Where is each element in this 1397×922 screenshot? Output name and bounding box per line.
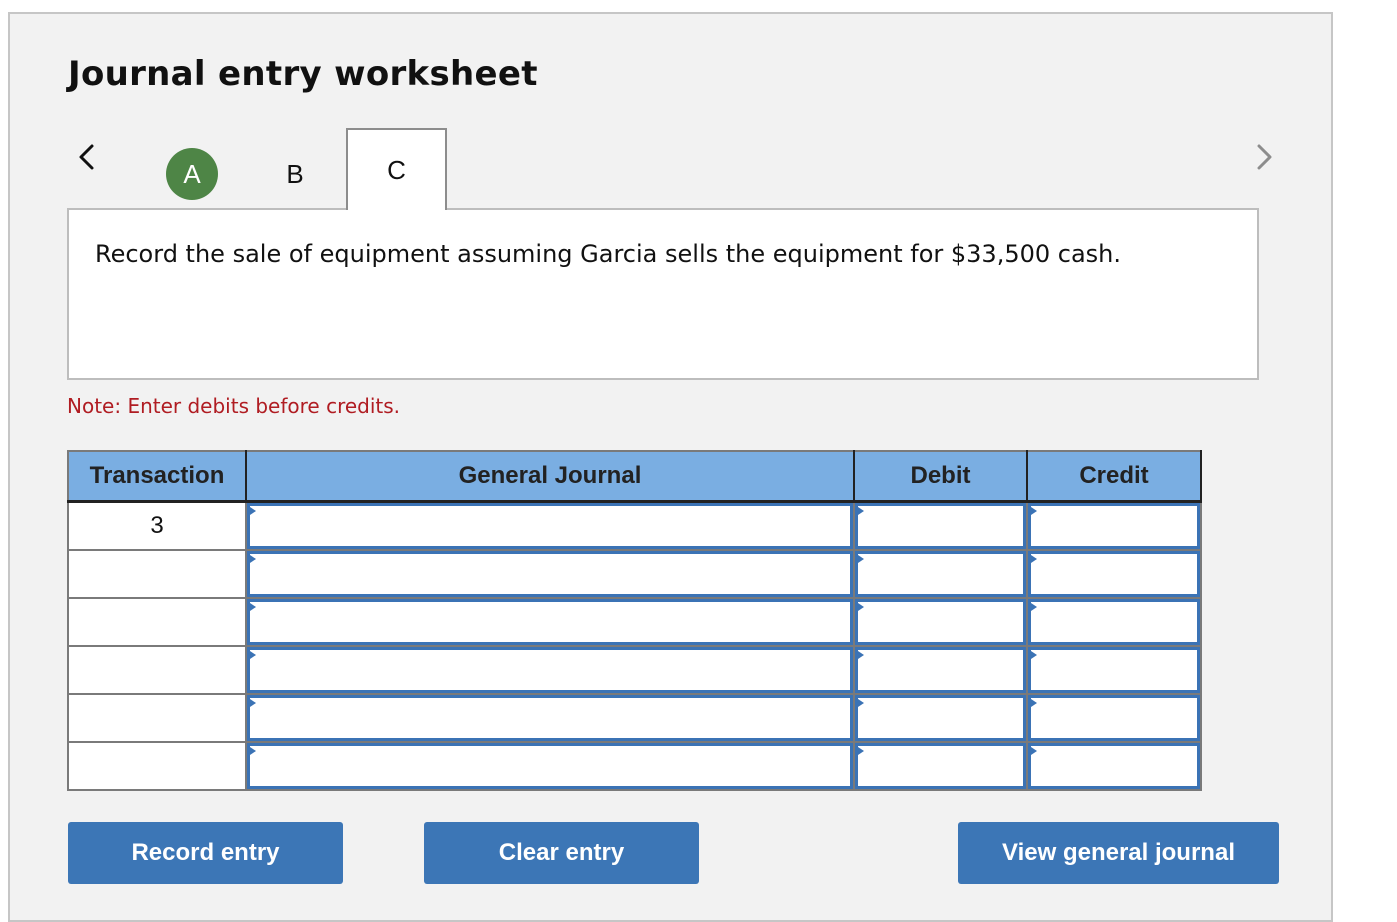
dropdown-flag-icon <box>247 649 256 661</box>
dropdown-flag-icon <box>247 553 256 565</box>
dropdown-flag-icon <box>247 697 256 709</box>
header-debit: Debit <box>853 451 1027 503</box>
dropdown-flag-icon <box>855 553 864 565</box>
account-input[interactable] <box>247 599 853 645</box>
debit-input[interactable] <box>855 503 1026 549</box>
credit-cell <box>1026 741 1202 791</box>
dropdown-flag-icon <box>855 505 864 517</box>
header-general-journal: General Journal <box>245 451 854 503</box>
account-input[interactable] <box>247 743 853 789</box>
credit-input[interactable] <box>1028 599 1200 645</box>
credit-cell <box>1026 500 1202 551</box>
credit-input[interactable] <box>1028 551 1200 597</box>
account-cell <box>245 549 855 599</box>
page-title: Journal entry worksheet <box>68 54 538 94</box>
transaction-cell <box>67 693 247 743</box>
prev-button[interactable] <box>72 142 102 172</box>
transaction-cell <box>67 549 247 599</box>
transaction-cell <box>67 645 247 695</box>
note-text: Note: Enter debits before credits. <box>67 394 401 418</box>
dropdown-flag-icon <box>247 601 256 613</box>
transaction-cell <box>67 741 247 791</box>
header-credit: Credit <box>1026 451 1202 503</box>
debit-cell <box>853 597 1028 647</box>
debit-cell <box>853 549 1028 599</box>
clear-entry-button[interactable]: Clear entry <box>424 822 699 884</box>
account-cell <box>245 693 855 743</box>
dropdown-flag-icon <box>855 745 864 757</box>
credit-input[interactable] <box>1028 647 1200 693</box>
credit-input[interactable] <box>1028 743 1200 789</box>
record-entry-button[interactable]: Record entry <box>68 822 343 884</box>
dropdown-flag-icon <box>247 745 256 757</box>
dropdown-flag-icon <box>1028 745 1037 757</box>
dropdown-flag-icon <box>855 649 864 661</box>
account-cell <box>245 645 855 695</box>
account-cell <box>245 597 855 647</box>
next-button[interactable] <box>1250 142 1280 172</box>
tab-c[interactable]: C <box>346 128 447 210</box>
credit-input[interactable] <box>1028 503 1200 549</box>
debit-input[interactable] <box>855 743 1026 789</box>
dropdown-flag-icon <box>1028 649 1037 661</box>
dropdown-flag-icon <box>855 601 864 613</box>
table-row <box>67 597 1202 647</box>
account-input[interactable] <box>247 647 853 693</box>
debit-input[interactable] <box>855 599 1026 645</box>
table-row <box>67 741 1202 791</box>
tab-a[interactable]: A <box>166 148 218 200</box>
dropdown-flag-icon <box>1028 553 1037 565</box>
debit-cell <box>853 741 1028 791</box>
header-transaction: Transaction <box>68 451 246 503</box>
debit-input[interactable] <box>855 695 1026 741</box>
debit-cell <box>853 693 1028 743</box>
account-cell <box>245 500 855 551</box>
transaction-cell <box>67 597 247 647</box>
table-row: 3 <box>67 500 1202 551</box>
table-header-row: Transaction General Journal Debit Credit <box>68 451 1202 503</box>
table-row <box>67 549 1202 599</box>
debit-cell <box>853 500 1028 551</box>
credit-input[interactable] <box>1028 695 1200 741</box>
chevron-left-icon <box>79 144 94 170</box>
account-input[interactable] <box>247 695 853 741</box>
dropdown-flag-icon <box>1028 601 1037 613</box>
debit-cell <box>853 645 1028 695</box>
chevron-right-icon <box>1257 144 1272 170</box>
view-general-journal-button[interactable]: View general journal <box>958 822 1279 884</box>
journal-table: Transaction General Journal Debit Credit… <box>67 450 1202 791</box>
account-input[interactable] <box>247 503 853 549</box>
dropdown-flag-icon <box>247 505 256 517</box>
prompt-box: Record the sale of equipment assuming Ga… <box>67 208 1259 380</box>
worksheet-panel: Journal entry worksheet A B C Record the… <box>8 12 1333 922</box>
dropdown-flag-icon <box>1028 505 1037 517</box>
transaction-cell: 3 <box>67 500 247 551</box>
tab-b[interactable]: B <box>270 148 320 200</box>
debit-input[interactable] <box>855 551 1026 597</box>
prompt-text: Record the sale of equipment assuming Ga… <box>95 240 1122 268</box>
credit-cell <box>1026 693 1202 743</box>
debit-input[interactable] <box>855 647 1026 693</box>
account-input[interactable] <box>247 551 853 597</box>
dropdown-flag-icon <box>855 697 864 709</box>
table-row <box>67 645 1202 695</box>
account-cell <box>245 741 855 791</box>
credit-cell <box>1026 549 1202 599</box>
dropdown-flag-icon <box>1028 697 1037 709</box>
table-row <box>67 693 1202 743</box>
credit-cell <box>1026 597 1202 647</box>
credit-cell <box>1026 645 1202 695</box>
